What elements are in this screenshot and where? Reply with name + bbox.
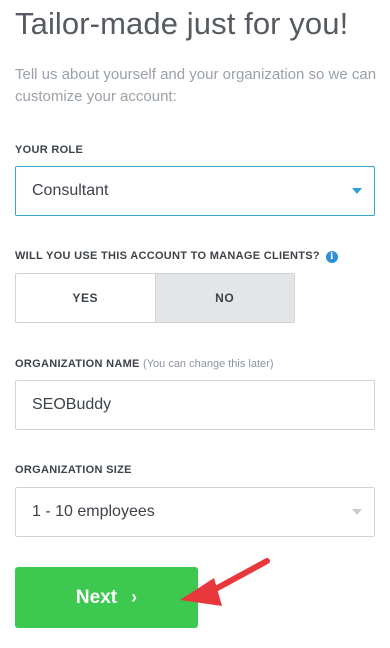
page-subtitle: Tell us about yourself and your organiza… [15, 66, 377, 105]
chevron-down-icon [352, 509, 362, 515]
chevron-down-icon [352, 188, 362, 194]
toggle-no-button[interactable]: NO [155, 274, 294, 322]
page-title: Tailor-made just for you! [15, 6, 349, 41]
organization-name-label-text: ORGANIZATION NAME [15, 358, 140, 370]
annotation-arrow-icon [180, 558, 270, 606]
toggle-yes-button[interactable]: YES [16, 274, 156, 322]
role-select-value: Consultant [32, 182, 109, 199]
role-select[interactable]: Consultant [15, 166, 375, 216]
organization-name-value: SEOBuddy [32, 396, 112, 413]
organization-size-value: 1 - 10 employees [32, 503, 155, 520]
role-label: YOUR ROLE [15, 144, 84, 156]
organization-name-label: ORGANIZATION NAME (You can change this l… [15, 358, 273, 370]
manage-clients-label: WILL YOU USE THIS ACCOUNT TO MANAGE CLIE… [15, 250, 338, 263]
organization-size-label: ORGANIZATION SIZE [15, 464, 132, 476]
next-button-label: Next [75, 586, 118, 608]
organization-size-select[interactable]: 1 - 10 employees [15, 487, 375, 537]
organization-name-input[interactable]: SEOBuddy [15, 380, 375, 430]
info-icon[interactable]: i [325, 251, 338, 263]
onboarding-form: Tailor-made just for you! Tell us about … [0, 0, 390, 648]
manage-clients-label-text: WILL YOU USE THIS ACCOUNT TO MANAGE CLIE… [15, 250, 320, 262]
organization-name-hint: (You can change this later) [143, 358, 274, 370]
chevron-right-icon: › [131, 587, 138, 607]
manage-clients-toggle: YES NO [15, 273, 295, 323]
